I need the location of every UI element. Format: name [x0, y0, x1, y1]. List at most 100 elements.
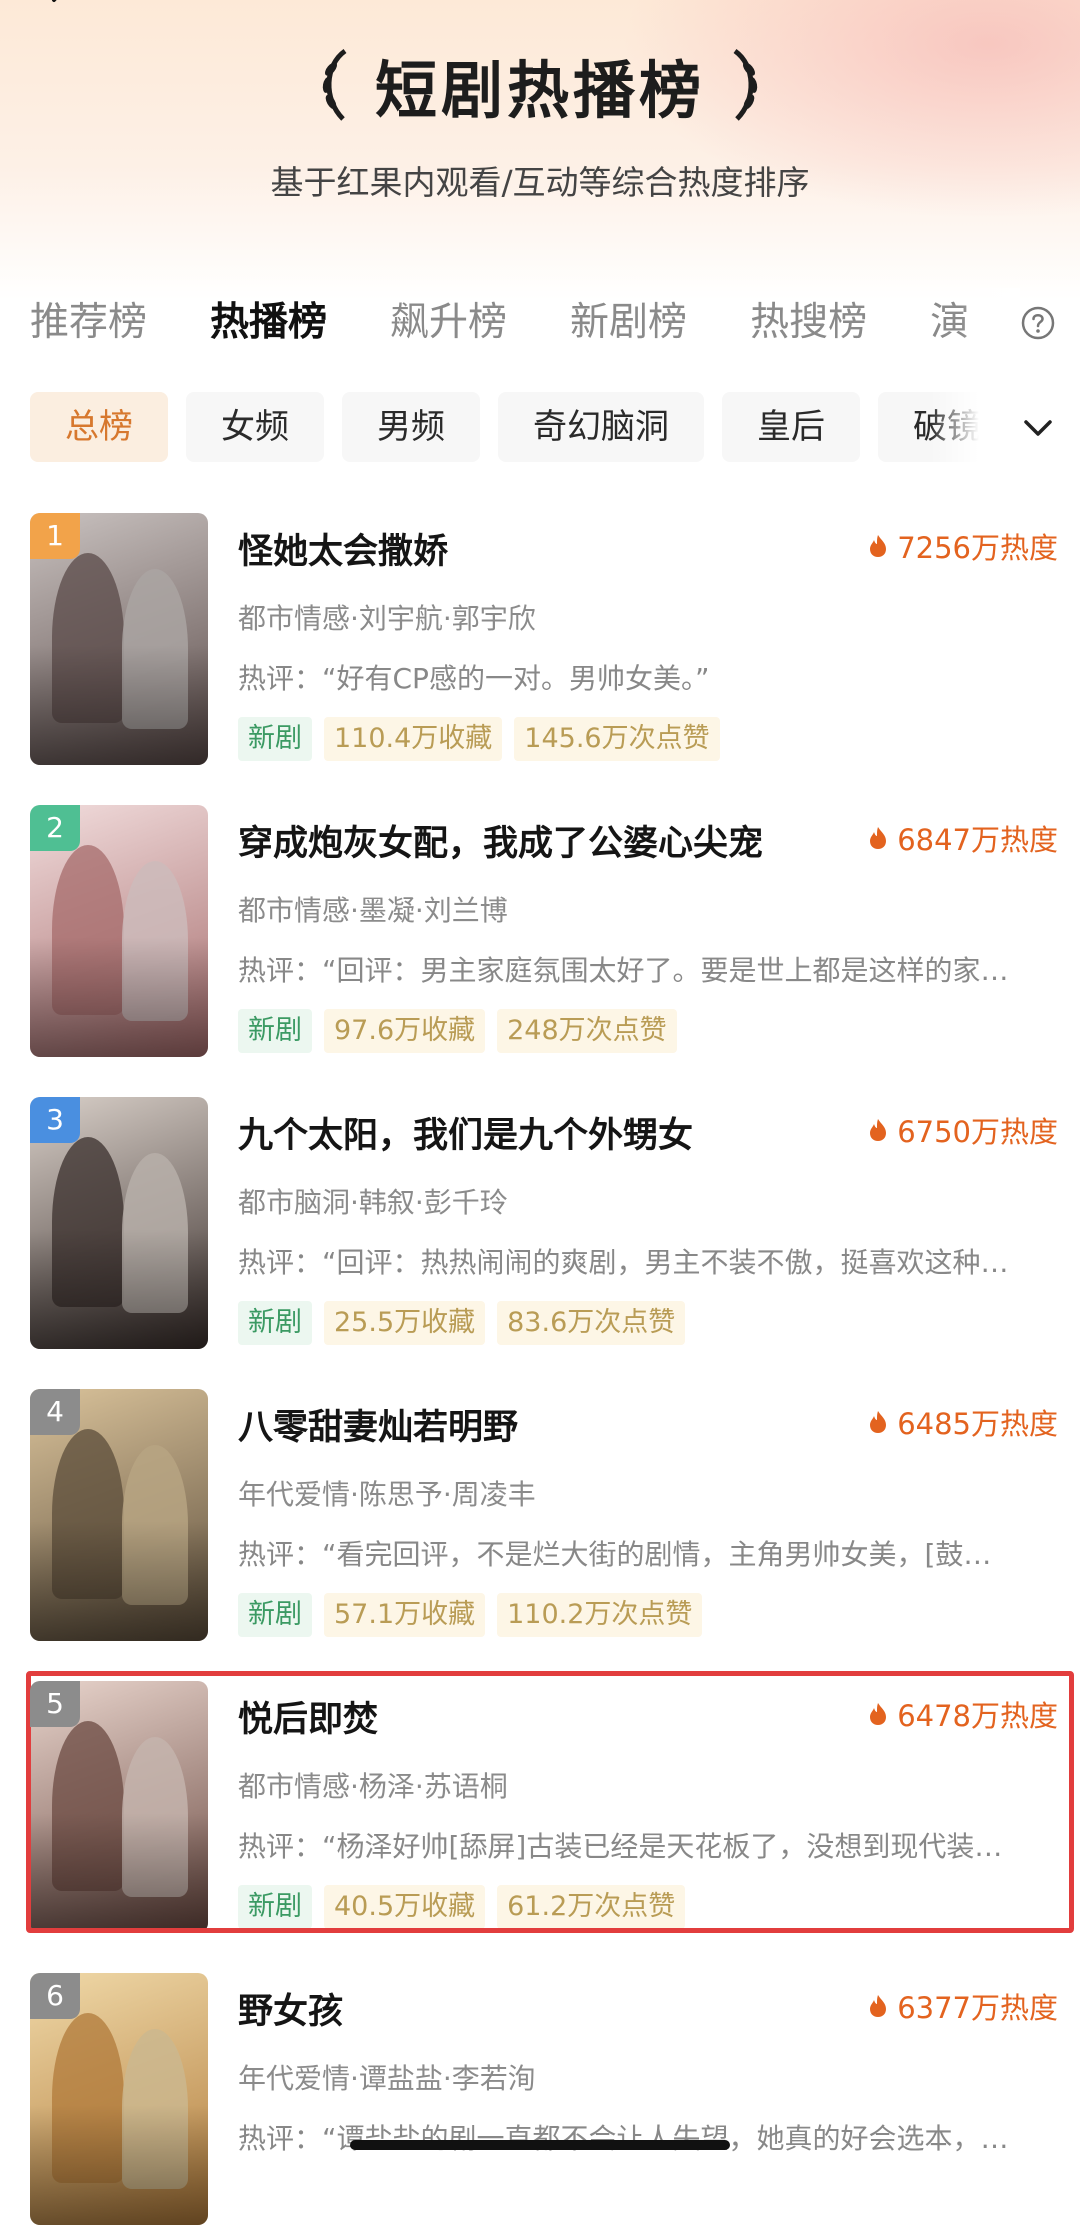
heat-text: 6750万热度 [897, 1115, 1058, 1149]
list-item[interactable]: 2 穿成炮灰女配，我成了公婆心尖宠 6847万热度 都市情感·墨凝·刘兰博 热评… [0, 805, 1080, 1065]
tab-new-drama[interactable]: 新剧榜 [570, 290, 687, 356]
favorites-tag: 40.5万收藏 [324, 1885, 486, 1929]
favorites-tag: 57.1万收藏 [324, 1593, 486, 1637]
list-item[interactable]: 5 悦后即焚 6478万热度 都市情感·杨泽·苏语桐 热评：“杨泽好帅[舔屏]古… [0, 1671, 1080, 1941]
hot-comment: 热评：“回评：热热闹闹的爽剧，男主不装不傲，挺喜欢这种… [238, 1246, 1009, 1279]
new-drama-tag: 新剧 [238, 1301, 312, 1345]
likes-tag: 248万次点赞 [497, 1009, 677, 1053]
drama-meta: 年代爱情·陈思予·周凌丰 [238, 1478, 536, 1511]
poster-shade [30, 2105, 208, 2225]
poster-shade [30, 1521, 208, 1641]
heat-value: 6750万热度 [869, 1109, 1058, 1151]
tab-recommend[interactable]: 推荐榜 [30, 290, 147, 356]
drama-meta: 年代爱情·谭盐盐·李若洵 [238, 2062, 536, 2095]
chip-overall[interactable]: 总榜 [30, 392, 168, 462]
heat-text: 7256万热度 [897, 531, 1058, 565]
heat-text: 6377万热度 [897, 1991, 1058, 2025]
drama-meta: 都市情感·刘宇航·郭宇欣 [238, 602, 536, 635]
heat-value: 6847万热度 [869, 817, 1058, 859]
new-drama-tag: 新剧 [238, 717, 312, 761]
drama-title[interactable]: 九个太阳，我们是九个外甥女 [238, 1107, 693, 1158]
list-item[interactable]: 6 野女孩 6377万热度 年代爱情·谭盐盐·李若洵 热评：“谭盐盐的剧一直都不… [0, 1973, 1080, 2233]
laurel-left-icon [322, 48, 347, 121]
drama-title[interactable]: 怪她太会撒娇 [238, 523, 448, 574]
tag-row: 新剧 110.4万收藏 145.6万次点赞 [238, 717, 732, 761]
new-drama-tag: 新剧 [238, 1593, 312, 1637]
heat-text: 6485万热度 [897, 1407, 1058, 1441]
flame-icon [870, 535, 887, 557]
heat-value: 6377万热度 [869, 1985, 1058, 2027]
drama-title[interactable]: 悦后即焚 [238, 1691, 378, 1742]
drama-title[interactable]: 穿成炮灰女配，我成了公婆心尖宠 [238, 815, 763, 866]
favorites-tag: 97.6万收藏 [324, 1009, 486, 1053]
laurel-right-icon [733, 48, 758, 121]
hot-comment: 热评：“好有CP感的一对。男帅女美。” [238, 662, 710, 695]
drama-poster[interactable]: 6 [30, 1973, 208, 2225]
drama-poster[interactable]: 5 [30, 1681, 208, 1933]
drama-poster[interactable]: 2 [30, 805, 208, 1057]
drama-poster[interactable]: 4 [30, 1389, 208, 1641]
heat-text: 6847万热度 [897, 823, 1058, 857]
likes-tag: 83.6万次点赞 [497, 1301, 686, 1345]
flame-icon [870, 1119, 887, 1141]
poster-shade [30, 1229, 208, 1349]
likes-tag: 61.2万次点赞 [497, 1885, 686, 1929]
help-icon[interactable] [1020, 305, 1056, 341]
favorites-tag: 25.5万收藏 [324, 1301, 486, 1345]
tag-row: 新剧 97.6万收藏 248万次点赞 [238, 1009, 689, 1053]
back-arrow-icon[interactable] [40, 0, 80, 20]
drama-poster[interactable]: 1 [30, 513, 208, 765]
list-item[interactable]: 1 怪她太会撒娇 7256万热度 都市情感·刘宇航·郭宇欣 热评：“好有CP感的… [0, 513, 1080, 773]
ranking-tabs: 推荐榜 热播榜 飙升榜 新剧榜 热搜榜 演 [30, 290, 990, 356]
flame-icon [870, 1411, 887, 1433]
heat-value: 6478万热度 [869, 1693, 1058, 1735]
chips-fade [930, 390, 1000, 464]
drama-meta: 都市脑洞·韩叙·彭千玲 [238, 1186, 508, 1219]
chevron-down-icon[interactable] [1020, 414, 1056, 442]
tab-hot-play[interactable]: 热播榜 [210, 290, 327, 356]
rank-badge: 6 [30, 1973, 80, 2019]
tag-row: 新剧 25.5万收藏 83.6万次点赞 [238, 1301, 697, 1345]
drama-title[interactable]: 八零甜妻灿若明野 [238, 1399, 518, 1450]
flame-icon [870, 827, 887, 849]
chip-male[interactable]: 男频 [342, 392, 480, 462]
heat-value: 7256万热度 [869, 525, 1058, 567]
heat-text: 6478万热度 [897, 1699, 1058, 1733]
drama-meta: 都市情感·杨泽·苏语桐 [238, 1770, 508, 1803]
hot-comment: 热评：“杨泽好帅[舔屏]古装已经是天花板了，没想到现代装… [238, 1830, 1003, 1863]
likes-tag: 145.6万次点赞 [514, 717, 720, 761]
flame-icon [870, 1703, 887, 1725]
home-indicator[interactable] [350, 2140, 730, 2150]
heat-value: 6485万热度 [869, 1401, 1058, 1443]
page-title: 短剧热播榜 [374, 54, 705, 127]
category-chips: 总榜 女频 男频 奇幻脑洞 皇后 破镜 [30, 392, 990, 462]
tag-row: 新剧 57.1万收藏 110.2万次点赞 [238, 1593, 714, 1637]
list-item[interactable]: 3 九个太阳，我们是九个外甥女 6750万热度 都市脑洞·韩叙·彭千玲 热评：“… [0, 1097, 1080, 1357]
drama-title[interactable]: 野女孩 [238, 1983, 343, 2034]
chip-female[interactable]: 女频 [186, 392, 324, 462]
drama-poster[interactable]: 3 [30, 1097, 208, 1349]
flame-icon [870, 1995, 887, 2017]
poster-shade [30, 937, 208, 1057]
hot-comment: 热评：“回评：男主家庭氛围太好了。要是世上都是这样的家… [238, 954, 1009, 987]
rank-badge: 2 [30, 805, 80, 851]
poster-shade [30, 1813, 208, 1933]
chip-fantasy[interactable]: 奇幻脑洞 [498, 392, 704, 462]
tab-hot-search[interactable]: 热搜榜 [750, 290, 867, 356]
rank-badge: 4 [30, 1389, 80, 1435]
tabs-fade [960, 288, 1020, 358]
chip-empress[interactable]: 皇后 [722, 392, 860, 462]
tag-row: 新剧 40.5万收藏 61.2万次点赞 [238, 1885, 697, 1929]
favorites-tag: 110.4万收藏 [324, 717, 503, 761]
list-item[interactable]: 4 八零甜妻灿若明野 6485万热度 年代爱情·陈思予·周凌丰 热评：“看完回评… [0, 1389, 1080, 1649]
page-subtitle: 基于红果内观看/互动等综合热度排序 [270, 163, 810, 202]
rank-badge: 5 [30, 1681, 80, 1727]
hot-comment: 热评：“看完回评，不是烂大街的剧情，主角男帅女美，[鼓… [238, 1538, 992, 1571]
tab-rising[interactable]: 飙升榜 [390, 290, 507, 356]
rank-badge: 1 [30, 513, 80, 559]
rank-badge: 3 [30, 1097, 80, 1143]
poster-shade [30, 645, 208, 765]
page-title-row: 短剧热播榜 [0, 40, 1080, 130]
likes-tag: 110.2万次点赞 [497, 1593, 703, 1637]
new-drama-tag: 新剧 [238, 1885, 312, 1929]
